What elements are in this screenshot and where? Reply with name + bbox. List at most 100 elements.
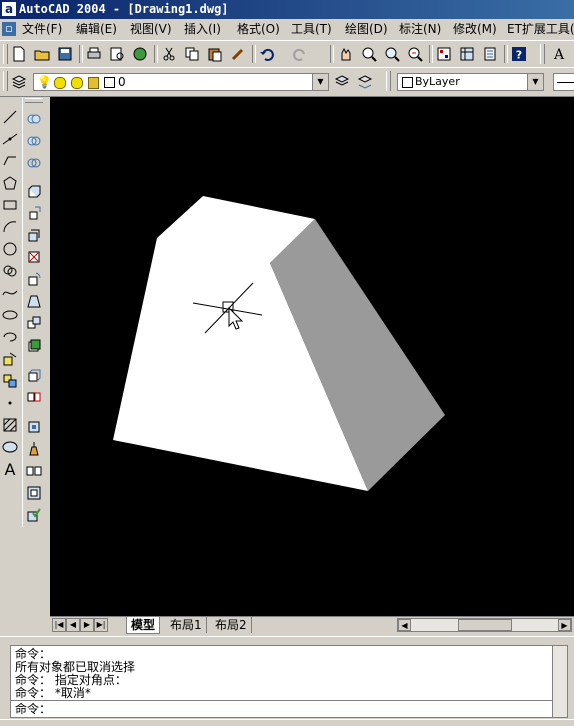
move-faces-icon[interactable] xyxy=(24,203,44,223)
spline-icon[interactable] xyxy=(0,283,20,303)
intersect-icon[interactable] xyxy=(24,153,44,173)
check-icon[interactable] xyxy=(24,505,44,525)
clean-icon[interactable] xyxy=(24,439,44,459)
subtract-icon[interactable] xyxy=(24,131,44,151)
shell-icon[interactable] xyxy=(24,483,44,503)
insert-block-icon[interactable] xyxy=(0,349,20,369)
tool-palettes-icon[interactable] xyxy=(480,44,500,64)
menu-format[interactable]: 格式(O) xyxy=(237,21,280,37)
toolbar-grip[interactable] xyxy=(3,44,8,64)
revision-cloud-icon[interactable] xyxy=(0,261,20,281)
union-icon[interactable] xyxy=(24,109,44,129)
construction-line-icon[interactable] xyxy=(0,129,20,149)
cut-icon[interactable] xyxy=(159,44,179,64)
toolbar-grip[interactable] xyxy=(386,71,391,91)
offset-faces-icon[interactable] xyxy=(24,225,44,245)
drawing-canvas[interactable] xyxy=(50,97,574,617)
menu-et-tools[interactable]: ET扩展工具(X) xyxy=(507,21,574,37)
next-tab-button[interactable]: ▶ xyxy=(80,618,94,632)
extrude-faces-icon[interactable] xyxy=(24,181,44,201)
svg-text:A: A xyxy=(5,461,16,477)
ellipse-arc-icon[interactable] xyxy=(0,327,20,347)
scroll-left-button[interactable]: ◀ xyxy=(398,619,411,631)
lightbulb-icon: 💡 xyxy=(37,75,52,89)
zoom-realtime-icon[interactable] xyxy=(359,44,379,64)
autocad-app-icon[interactable]: a xyxy=(2,2,16,16)
publish-icon[interactable] xyxy=(130,44,150,64)
toolbar-grip[interactable] xyxy=(3,71,8,91)
toolbar-grip[interactable] xyxy=(25,98,43,103)
pan-realtime-icon[interactable] xyxy=(336,44,356,64)
layer-dropdown[interactable]: 💡 0 ▼ xyxy=(33,73,329,91)
paste-icon[interactable] xyxy=(205,44,225,64)
redo-icon[interactable] xyxy=(290,44,310,64)
make-block-icon[interactable] xyxy=(0,371,20,391)
copy-icon[interactable] xyxy=(182,44,202,64)
rectangle-icon[interactable] xyxy=(0,195,20,215)
command-window[interactable]: 命令： 所有对象都已取消选择 命令： 指定对角点： 命令： *取消* 命令： xyxy=(10,645,568,718)
last-tab-button[interactable]: ▶| xyxy=(94,618,108,632)
copy-faces-icon[interactable] xyxy=(24,313,44,333)
command-scrollbar[interactable] xyxy=(552,646,567,717)
command-prompt[interactable]: 命令： xyxy=(15,703,51,716)
menu-tools[interactable]: 工具(T) xyxy=(291,21,332,37)
separate-icon[interactable] xyxy=(24,461,44,481)
menu-edit[interactable]: 编辑(E) xyxy=(76,21,117,37)
rotate-faces-icon[interactable] xyxy=(24,269,44,289)
scroll-right-button[interactable]: ▶ xyxy=(558,619,571,631)
point-icon[interactable] xyxy=(0,393,20,413)
scroll-thumb[interactable] xyxy=(458,619,512,631)
zoom-window-icon[interactable] xyxy=(382,44,402,64)
design-center-icon[interactable] xyxy=(457,44,477,64)
chevron-down-icon[interactable]: ▼ xyxy=(312,74,328,90)
open-file-icon[interactable] xyxy=(32,44,52,64)
menu-modify[interactable]: 修改(M) xyxy=(453,21,497,37)
tab-layout2[interactable]: 布局2 xyxy=(211,617,252,633)
linetype-dropdown[interactable] xyxy=(553,73,574,91)
polygon-icon[interactable] xyxy=(0,173,20,193)
layer-manager-icon[interactable] xyxy=(9,72,29,92)
circle-icon[interactable] xyxy=(0,239,20,259)
imprint-icon[interactable] xyxy=(24,417,44,437)
new-file-icon[interactable] xyxy=(9,44,29,64)
arc-icon[interactable] xyxy=(0,217,20,237)
tab-model[interactable]: 模型 xyxy=(126,617,161,634)
color-edges-icon[interactable] xyxy=(24,387,44,407)
tab-layout1[interactable]: 布局1 xyxy=(166,617,207,633)
copy-edges-icon[interactable] xyxy=(24,365,44,385)
match-properties-icon[interactable] xyxy=(228,44,248,64)
ellipse-icon[interactable] xyxy=(0,305,20,325)
document-icon[interactable]: ▫ xyxy=(2,22,16,36)
chevron-down-icon[interactable]: ▼ xyxy=(527,74,543,90)
menu-draw[interactable]: 绘图(D) xyxy=(345,21,388,37)
save-icon[interactable] xyxy=(55,44,75,64)
toolbar-grip[interactable] xyxy=(540,44,545,64)
layer-previous-icon[interactable] xyxy=(355,72,375,92)
taper-faces-icon[interactable] xyxy=(24,291,44,311)
undo-icon[interactable] xyxy=(257,44,277,64)
print-icon[interactable] xyxy=(84,44,104,64)
plot-preview-icon[interactable] xyxy=(107,44,127,64)
color-faces-icon[interactable] xyxy=(24,335,44,355)
help-icon[interactable]: ? xyxy=(509,44,529,64)
make-object-layer-current-icon[interactable] xyxy=(332,72,352,92)
multiline-text-icon[interactable]: A xyxy=(0,459,20,479)
text-style-icon[interactable]: A xyxy=(549,44,569,64)
delete-faces-icon[interactable] xyxy=(24,247,44,267)
horizontal-scrollbar[interactable]: ◀ ▶ xyxy=(397,618,572,632)
properties-icon[interactable] xyxy=(434,44,454,64)
menu-file[interactable]: 文件(F) xyxy=(22,21,62,37)
hatch-icon[interactable] xyxy=(0,415,20,435)
menu-dimension[interactable]: 标注(N) xyxy=(399,21,441,37)
menu-insert[interactable]: 插入(I) xyxy=(184,21,221,37)
menu-view[interactable]: 视图(V) xyxy=(130,21,172,37)
command-window-grip[interactable] xyxy=(0,636,574,645)
region-icon[interactable] xyxy=(0,437,20,457)
polyline-icon[interactable] xyxy=(0,151,20,171)
color-dropdown[interactable]: ByLayer ▼ xyxy=(397,73,544,91)
toolbar-separator xyxy=(330,45,334,63)
zoom-previous-icon[interactable] xyxy=(405,44,425,64)
previous-tab-button[interactable]: ◀ xyxy=(66,618,80,632)
line-icon[interactable] xyxy=(0,107,20,127)
first-tab-button[interactable]: |◀ xyxy=(52,618,66,632)
